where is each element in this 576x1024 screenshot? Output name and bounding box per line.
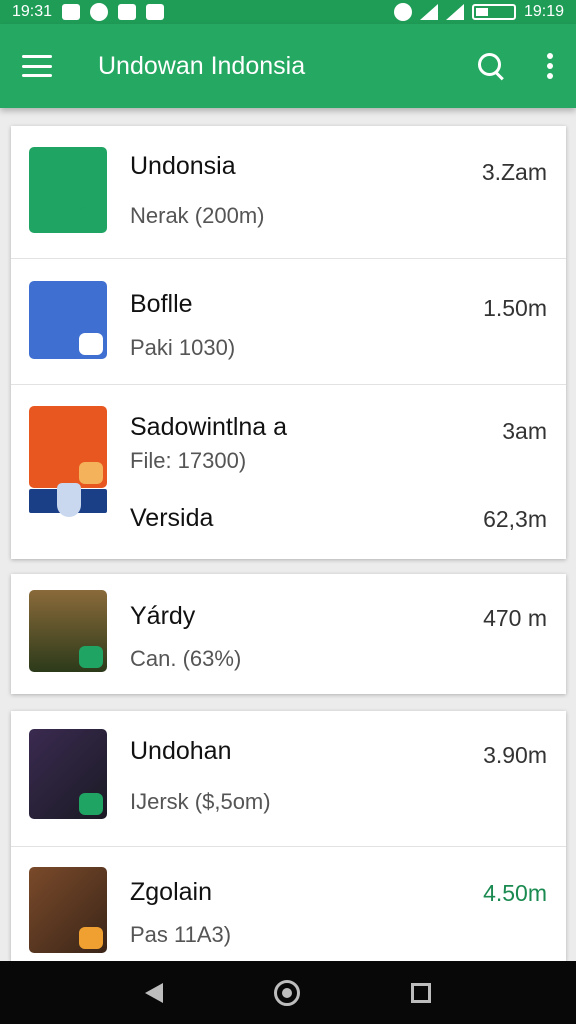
tablet-icon [29, 729, 107, 819]
item-time: 1.50m [483, 295, 547, 321]
signal-icon [445, 4, 464, 20]
list-item[interactable]: Undonsia Nerak (200m) 3.Zam [11, 126, 566, 258]
item-time: 3.90m [483, 742, 547, 768]
vibrate-icon [393, 3, 412, 21]
item-title: Undonsia [130, 152, 236, 180]
status-bar: 19:31 19:19 [0, 0, 576, 24]
navigation-bar [0, 961, 576, 1024]
item-subtitle: IJersk ($,5om) [130, 789, 271, 814]
item-time: 3.Zam [481, 159, 547, 185]
status-time: 19:31 [12, 3, 53, 20]
item-time: 3am [502, 418, 547, 444]
item-time: 4.50m [483, 880, 547, 906]
list-item[interactable]: Yárdy Can. (63%) 470 m [11, 574, 566, 694]
recents-icon[interactable] [410, 982, 431, 1003]
circle-icon [90, 3, 109, 21]
back-icon[interactable] [145, 982, 164, 1003]
item-title: Sadowintlna a [130, 413, 288, 441]
flame-icon [29, 147, 107, 233]
phone-icon [29, 867, 107, 953]
tree-icon [29, 590, 107, 672]
overflow-icon[interactable] [546, 53, 554, 79]
item-title: Versida [130, 504, 214, 532]
shield-icon [29, 483, 107, 517]
item-subtitle: Can. (63%) [130, 646, 242, 671]
mail-icon [118, 4, 137, 20]
menu-icon[interactable] [22, 55, 52, 77]
list-card: Undohan IJersk ($,5om) 3.90m Zgolain Pas… [11, 711, 566, 961]
notification-icon [62, 4, 81, 20]
home-icon[interactable] [273, 979, 300, 1006]
item-subtitle: File: 17300) [130, 448, 247, 473]
list-item[interactable]: Zgolain Pas 11A3) 4.50m [11, 846, 566, 961]
list-card: Undonsia Nerak (200m) 3.Zam Boflle Paki … [11, 126, 566, 559]
list-item[interactable]: Sadowintlna a File: 17300) 3am Versida 6… [11, 384, 566, 558]
app-bar: Undowan Indonsia [0, 24, 576, 108]
house-icon [29, 406, 107, 488]
item-title: Boflle [130, 290, 193, 318]
item-title: Yárdy [130, 602, 196, 630]
envelope-icon [29, 281, 107, 359]
status-clock: 19:19 [523, 3, 564, 20]
item-subtitle: Nerak (200m) [130, 203, 265, 228]
list-item[interactable]: Undohan IJersk ($,5om) 3.90m [11, 711, 566, 846]
list-card: Yárdy Can. (63%) 470 m [11, 574, 566, 694]
wifi-icon [419, 4, 438, 20]
item-subtitle: Paki 1030) [130, 335, 236, 360]
item-title: Zgolain [130, 878, 212, 906]
item-title: Undohan [130, 737, 232, 765]
page-title: Undowan Indonsia [98, 51, 306, 80]
item-time: 470 m [483, 605, 547, 631]
image-icon [146, 4, 165, 20]
list-item[interactable]: Boflle Paki 1030) 1.50m [11, 258, 566, 384]
item-subtitle: Pas 11A3) [130, 922, 232, 947]
search-icon[interactable] [476, 51, 506, 81]
battery-icon [471, 4, 516, 20]
item-time: 62,3m [483, 506, 547, 532]
